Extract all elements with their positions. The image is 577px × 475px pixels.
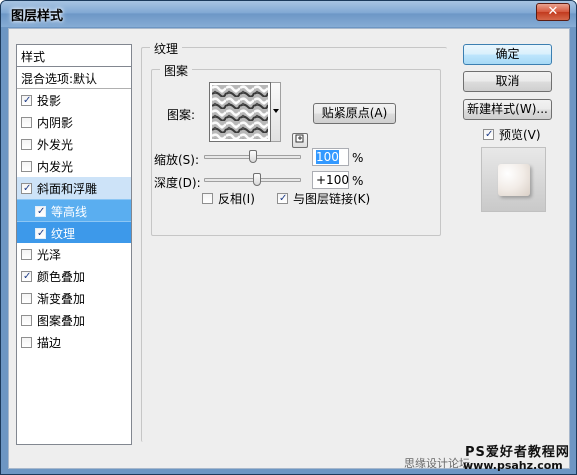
style-item-inner-glow[interactable]: 内发光 [17,155,131,177]
pattern-thumbnail-icon [212,85,268,139]
style-item-label: 颜色叠加 [37,270,86,284]
blend-options-item[interactable]: 混合选项:默认 [17,67,131,89]
pattern-label: 图案: [167,108,196,122]
style-list: 样式 混合选项:默认 投影 内阴影 外发光 内发光 斜面和浮雕 等高线 纹理 [16,44,132,445]
watermark-site-name: PS爱好者教程网 [465,445,570,460]
style-item-label: 外发光 [37,138,74,152]
style-item-bevel-emboss[interactable]: 斜面和浮雕 [17,177,131,199]
cancel-button[interactable]: 取消 [463,71,552,92]
link-with-layer-option[interactable]: 与图层链接(K) [277,190,370,207]
watermark-forum: 思缘设计论坛 [404,457,470,470]
title-bar[interactable]: 图层样式 ✕ [1,1,576,27]
scale-unit: % [352,151,364,165]
invert-checkbox[interactable] [202,193,213,204]
style-item-label: 等高线 [51,205,88,219]
style-item-gradient-overlay[interactable]: 渐变叠加 [17,287,131,309]
style-item-label: 渐变叠加 [37,292,86,306]
style-item-outer-glow[interactable]: 外发光 [17,133,131,155]
preview-option[interactable]: 预览(V) [483,126,541,143]
contour-checkbox[interactable] [35,206,46,217]
new-style-button[interactable]: 新建样式(W)... [463,99,552,120]
style-item-label: 斜面和浮雕 [37,182,98,196]
dialog-client: 样式 混合选项:默认 投影 内阴影 外发光 内发光 斜面和浮雕 等高线 纹理 [8,28,570,469]
style-item-label: 内发光 [37,160,74,174]
preview-swatch [498,164,530,196]
gradient-overlay-checkbox[interactable] [21,293,32,304]
style-item-label: 描边 [37,336,62,350]
dialog-window: 图层样式 ✕ 样式 混合选项:默认 投影 内阴影 外发光 内发光 斜面和浮雕 等 [0,0,577,475]
style-item-texture[interactable]: 纹理 [17,221,131,243]
drop-shadow-checkbox[interactable] [21,95,32,106]
style-item-label: 投影 [37,94,62,108]
style-item-satin[interactable]: 光泽 [17,243,131,265]
preview-checkbox[interactable] [483,129,494,140]
satin-checkbox[interactable] [21,249,32,260]
link-with-layer-checkbox[interactable] [277,193,288,204]
window-title: 图层样式 [11,9,64,24]
inner-glow-checkbox[interactable] [21,161,32,172]
scale-label: 缩放(S): [154,153,200,167]
style-item-label: 图案叠加 [37,314,86,328]
style-list-header[interactable]: 样式 [17,45,131,67]
style-item-drop-shadow[interactable]: 投影 [17,89,131,111]
link-with-layer-label: 与图层链接(K) [293,192,371,206]
style-preview [481,147,546,212]
ok-button[interactable]: 确定 [463,44,552,65]
style-item-color-overlay[interactable]: 颜色叠加 [17,265,131,287]
style-item-label: 内阴影 [37,116,74,130]
scale-value: 100 [316,150,339,164]
inner-shadow-checkbox[interactable] [21,117,32,128]
style-item-label: 纹理 [51,227,76,241]
color-overlay-checkbox[interactable] [21,271,32,282]
invert-label: 反相(I) [218,192,255,206]
scale-input[interactable]: 100 [312,148,349,166]
pattern-group-title: 图案 [160,62,193,79]
scale-slider-thumb[interactable] [248,150,257,163]
stroke-checkbox[interactable] [21,337,32,348]
depth-slider-thumb[interactable] [253,173,262,186]
close-button[interactable]: ✕ [536,3,570,21]
depth-input[interactable]: +100 [312,171,349,189]
depth-unit: % [352,174,364,188]
texture-group-title: 纹理 [150,40,183,57]
preview-label: 预览(V) [499,128,541,142]
invert-option[interactable]: 反相(I) [202,190,255,207]
style-item-stroke[interactable]: 描边 [17,331,131,353]
texture-checkbox[interactable] [35,228,46,239]
style-item-label: 光泽 [37,248,62,262]
style-item-pattern-overlay[interactable]: 图案叠加 [17,309,131,331]
style-item-inner-shadow[interactable]: 内阴影 [17,111,131,133]
snap-to-origin-button[interactable]: 贴紧原点(A) [313,103,396,124]
style-item-contour[interactable]: 等高线 [17,199,131,221]
new-preset-from-pattern-button[interactable] [292,133,308,148]
watermark-site-url: www.psahz.com [463,459,563,472]
new-page-icon [295,134,304,143]
pattern-picker[interactable] [209,82,271,142]
pattern-dropdown-button[interactable] [271,82,281,142]
depth-label: 深度(D): [154,176,201,190]
bevel-emboss-checkbox[interactable] [21,183,32,194]
outer-glow-checkbox[interactable] [21,139,32,150]
pattern-overlay-checkbox[interactable] [21,315,32,326]
